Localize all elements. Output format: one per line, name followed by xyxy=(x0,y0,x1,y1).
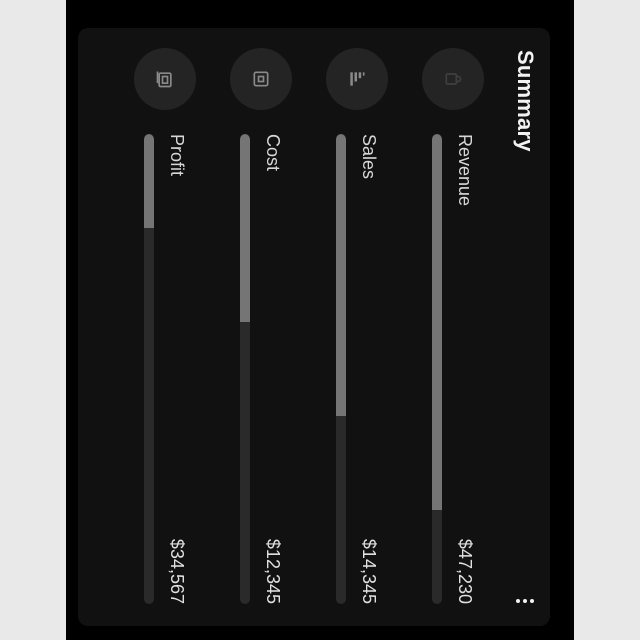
metric-label: Sales xyxy=(359,134,379,180)
box-icon xyxy=(253,71,269,87)
metric-label: Profit xyxy=(167,134,187,177)
metric-row-sales[interactable]: Sales $14,345 xyxy=(314,28,410,626)
progress-fill xyxy=(336,134,346,416)
card-title: Summary xyxy=(513,50,538,152)
more-dot-icon xyxy=(523,599,527,603)
progress-track xyxy=(240,134,250,604)
metric-label: Revenue xyxy=(455,134,475,207)
metric-value: $12,345 xyxy=(263,538,283,604)
metric-value: $47,230 xyxy=(455,538,475,604)
metric-row-profit[interactable]: Profit $34,567 xyxy=(122,28,218,626)
progress-track xyxy=(432,134,442,604)
progress-fill xyxy=(144,134,154,228)
metric-label: Cost xyxy=(263,134,283,172)
progress-track xyxy=(144,134,154,604)
more-dot-icon xyxy=(530,599,534,603)
progress-track xyxy=(336,134,346,604)
progress-fill xyxy=(432,134,442,510)
bar-chart-icon xyxy=(350,72,365,86)
coffee-cup-icon xyxy=(445,73,462,85)
progress-fill xyxy=(240,134,250,322)
more-dot-icon xyxy=(516,599,520,603)
summary-card: Summary Revenue $47,230 Sales $14,345 Co… xyxy=(78,28,550,626)
cost-icon-container xyxy=(230,48,292,110)
profit-icon-container xyxy=(134,48,196,110)
sales-icon-container xyxy=(326,48,388,110)
metric-row-cost[interactable]: Cost $12,345 xyxy=(218,28,314,626)
wallet-icon xyxy=(156,71,172,88)
more-options-button[interactable] xyxy=(510,586,540,616)
metric-row-revenue[interactable]: Revenue $47,230 xyxy=(410,28,506,626)
metric-value: $34,567 xyxy=(167,538,187,604)
metric-value: $14,345 xyxy=(359,538,379,604)
revenue-icon-container xyxy=(422,48,484,110)
summary-card-content: Summary Revenue $47,230 Sales $14,345 Co… xyxy=(78,28,550,626)
